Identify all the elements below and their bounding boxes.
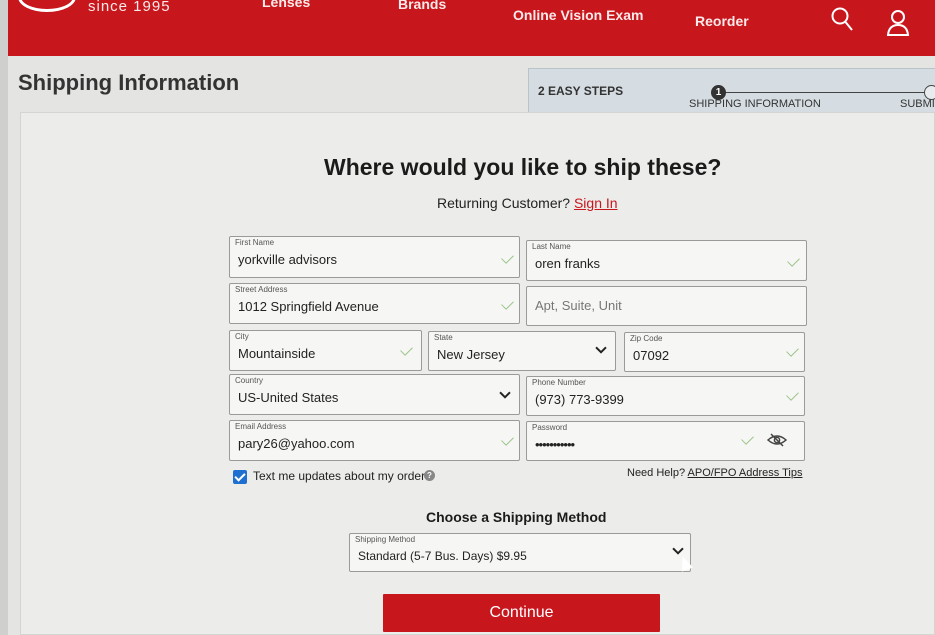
last-name-valid-icon xyxy=(787,254,800,267)
city-value: Mountainside xyxy=(238,346,316,361)
country-value: US-United States xyxy=(238,390,339,405)
last-name-label: Last Name xyxy=(532,242,571,251)
password-valid-icon xyxy=(741,432,754,445)
zip-code-label: Zip Code xyxy=(630,334,663,343)
password-value: ••••••••••• xyxy=(535,437,575,452)
returning-customer: Returning Customer? Sign In xyxy=(437,195,618,211)
steps-label: 2 EASY STEPS xyxy=(538,84,624,98)
logo[interactable] xyxy=(18,0,76,12)
chevron-down-icon xyxy=(595,342,607,354)
street-address-value: 1012 Springfield Avenue xyxy=(238,299,379,314)
state-value: New Jersey xyxy=(437,347,505,362)
step-1-label: SHIPPING INFORMATION xyxy=(689,98,821,110)
first-name-label: First Name xyxy=(235,238,275,247)
sms-updates-label[interactable]: Text me updates about my order xyxy=(253,469,425,483)
city-label: City xyxy=(235,332,249,341)
sign-in-link[interactable]: Sign In xyxy=(574,195,618,211)
zip-code-field[interactable]: Zip Code 07092 xyxy=(624,332,805,372)
form-headline: Where would you like to ship these? xyxy=(324,154,722,180)
shipping-method-select[interactable]: Shipping Method Standard (5-7 Bus. Days)… xyxy=(349,533,691,572)
returning-text: Returning Customer? xyxy=(437,195,571,211)
step-2-label: SUBMIT xyxy=(900,98,935,110)
zip-code-valid-icon xyxy=(786,344,799,357)
email-valid-icon xyxy=(501,433,514,446)
nav-lenses[interactable]: Lenses xyxy=(262,0,310,10)
city-valid-icon xyxy=(400,343,413,356)
shipping-method-value: Standard (5-7 Bus. Days) $9.95 xyxy=(358,549,527,563)
phone-number-field[interactable]: Phone Number (973) 773-9399 xyxy=(526,376,805,416)
shipping-method-label: Shipping Method xyxy=(355,535,416,544)
help-icon[interactable]: ? xyxy=(424,470,435,481)
country-select[interactable]: Country US-United States xyxy=(229,374,520,415)
first-name-value: yorkville advisors xyxy=(238,252,337,267)
chevron-down-icon xyxy=(672,543,684,555)
last-name-field[interactable]: Last Name oren franks xyxy=(526,240,807,281)
country-label: Country xyxy=(235,376,264,385)
apo-fpo-tips-link[interactable]: APO/FPO Address Tips xyxy=(688,467,803,479)
password-label: Password xyxy=(532,423,568,432)
steps-progress-line xyxy=(718,92,935,93)
nav-brands[interactable]: Brands xyxy=(398,0,446,12)
sms-updates-checkbox[interactable] xyxy=(233,470,247,484)
state-label: State xyxy=(434,333,453,342)
street-address-label: Street Address xyxy=(235,285,288,294)
search-icon[interactable] xyxy=(830,6,854,32)
phone-number-label: Phone Number xyxy=(532,378,586,387)
email-value: pary26@yahoo.com xyxy=(238,436,355,451)
nav-online-vision-exam[interactable]: Online Vision Exam xyxy=(513,7,643,23)
continue-button[interactable]: Continue xyxy=(383,594,660,632)
shipping-method-heading: Choose a Shipping Method xyxy=(426,509,607,525)
city-field[interactable]: City Mountainside xyxy=(229,330,422,371)
apt-suite-placeholder: Apt, Suite, Unit xyxy=(535,298,622,313)
street-address-field[interactable]: Street Address 1012 Springfield Avenue xyxy=(229,283,520,324)
email-label: Email Address xyxy=(235,422,287,431)
last-name-value: oren franks xyxy=(535,256,601,271)
first-name-valid-icon xyxy=(501,251,514,264)
state-select[interactable]: State New Jersey xyxy=(428,331,616,371)
eye-slash-icon[interactable] xyxy=(767,432,787,448)
phone-valid-icon xyxy=(786,388,799,401)
zip-code-value: 07092 xyxy=(633,348,670,363)
nav-reorder[interactable]: Reorder xyxy=(695,13,749,29)
need-help-text: Need Help? xyxy=(627,467,686,479)
logo-tagline: since 1995 xyxy=(88,0,171,15)
chevron-down-icon xyxy=(499,387,511,399)
first-name-field[interactable]: First Name yorkville advisors xyxy=(229,236,520,278)
need-help: Need Help? APO/FPO Address Tips xyxy=(627,467,802,479)
account-icon[interactable] xyxy=(886,8,910,36)
page-title: Shipping Information xyxy=(18,70,240,95)
apt-suite-field[interactable]: Apt, Suite, Unit xyxy=(526,286,807,326)
email-field[interactable]: Email Address pary26@yahoo.com xyxy=(229,420,520,461)
phone-number-value: (973) 773-9399 xyxy=(535,392,624,407)
password-field[interactable]: Password ••••••••••• xyxy=(526,421,805,461)
street-address-valid-icon xyxy=(501,297,514,310)
